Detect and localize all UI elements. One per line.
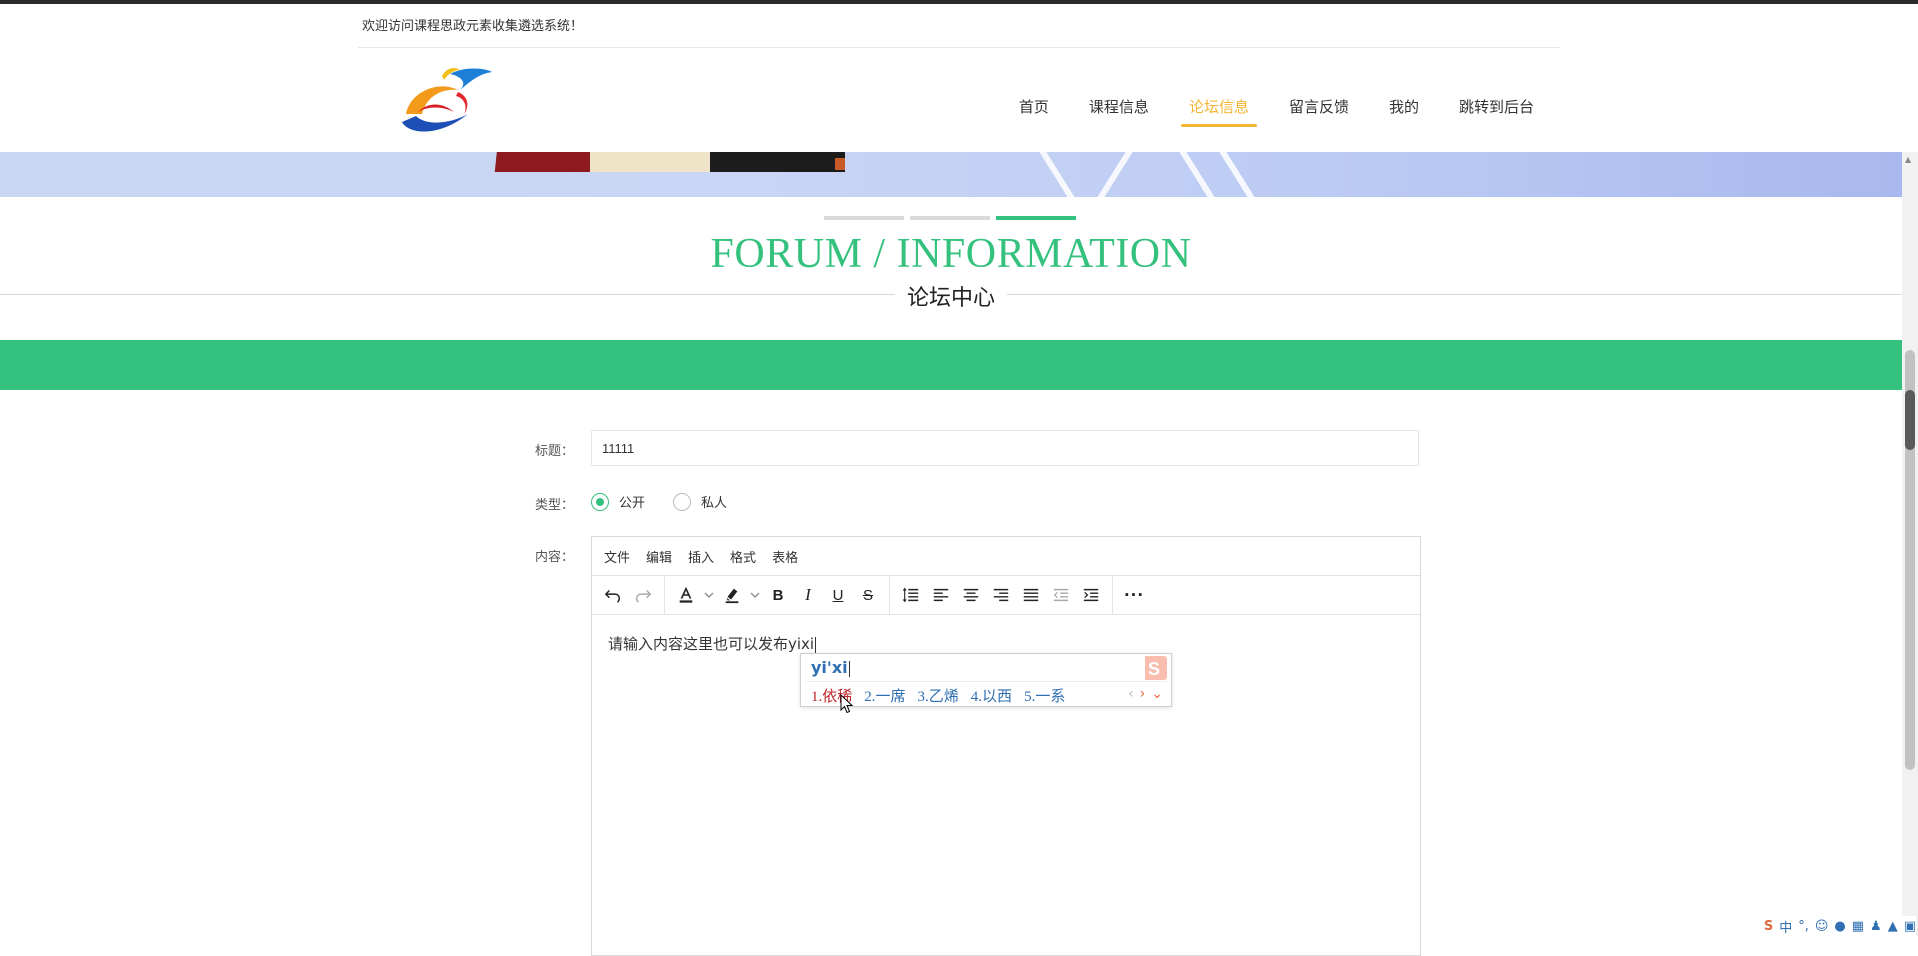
menu-format[interactable]: 格式	[730, 547, 756, 566]
ime-separator	[805, 681, 1167, 682]
banner-book-cream	[590, 152, 710, 172]
mouse-pointer-icon	[840, 694, 854, 714]
ime-next-icon[interactable]: ›	[1140, 686, 1146, 702]
nav-course-info[interactable]: 课程信息	[1089, 96, 1149, 127]
carousel-dot-active[interactable]	[996, 216, 1076, 220]
microphone-icon[interactable]: ●	[1834, 919, 1845, 934]
font-color-icon[interactable]	[671, 581, 701, 609]
section-green-band	[0, 340, 1902, 390]
section-title-cn: 论坛中心	[894, 280, 1007, 312]
banner-stripe	[1173, 152, 1224, 197]
strikethrough-icon[interactable]: S	[853, 581, 883, 609]
svg-text:S: S	[1148, 659, 1160, 679]
font-color-dropdown-icon[interactable]	[701, 590, 717, 600]
bold-icon[interactable]: B	[763, 581, 793, 609]
align-left-icon[interactable]	[926, 581, 956, 609]
nav-admin[interactable]: 跳转到后台	[1459, 96, 1534, 127]
type-private-label: 私人	[701, 496, 728, 511]
toolbar-group-history	[592, 576, 665, 614]
text-caret	[815, 636, 817, 653]
ime-candidate[interactable]: 3.乙烯	[918, 685, 959, 706]
emoji-icon[interactable]: ☺	[1815, 919, 1829, 934]
type-label: 类型：	[534, 498, 574, 513]
outdent-icon[interactable]	[1046, 581, 1076, 609]
title-label: 标题：	[534, 444, 574, 459]
carousel-dot[interactable]	[824, 216, 904, 220]
title-input[interactable]	[591, 430, 1419, 466]
highlight-icon[interactable]	[717, 581, 747, 609]
ime-candidate[interactable]: 4.以西	[971, 685, 1012, 706]
more-icon[interactable]: ···	[1119, 581, 1149, 609]
sogou-tray-icon[interactable]: S	[1764, 919, 1773, 934]
user-icon[interactable]: ♟	[1870, 919, 1882, 934]
indent-icon[interactable]	[1076, 581, 1106, 609]
section-title-en: FORUM / INFORMATION	[710, 231, 1192, 277]
undo-icon[interactable]	[598, 581, 628, 609]
ime-status-bar: S 中 °, ☺ ● ▦ ♟ ▲ ▣	[1757, 916, 1916, 936]
radio-unchecked-icon	[673, 492, 692, 511]
ime-candidate[interactable]: 5.一系	[1024, 685, 1065, 706]
banner-stripe	[1033, 152, 1084, 197]
radio-checked-icon	[591, 492, 609, 511]
site-logo	[402, 68, 492, 132]
ime-candidate[interactable]: 2.一席	[864, 685, 905, 706]
banner-stripe	[1213, 152, 1264, 197]
type-radio-group: 公开 私人	[591, 492, 755, 511]
keyboard-icon[interactable]: ▦	[1852, 919, 1864, 934]
toolbar-group-format: B I U S	[665, 576, 890, 614]
line-height-icon[interactable]	[896, 581, 926, 609]
ime-candidate-window: yi'xi S 1.依稀 2.一席 3.乙烯 4.以西 5.一系 ‹ › ⌄	[800, 653, 1172, 707]
header-divider	[358, 47, 1560, 48]
content-label: 内容：	[534, 550, 574, 565]
scroll-up-icon[interactable]: ▲	[1905, 155, 1911, 164]
nav-mine[interactable]: 我的	[1389, 96, 1419, 127]
editor-toolbar: B I U S ···	[592, 576, 1420, 615]
rich-text-editor: 文件 编辑 插入 格式 表格 B I U S ··· 请输入内容这里也可以发布y…	[591, 536, 1421, 956]
align-center-icon[interactable]	[956, 581, 986, 609]
underline-icon[interactable]: U	[823, 581, 853, 609]
menu-edit[interactable]: 编辑	[646, 547, 672, 566]
ime-expand-icon[interactable]: ⌄	[1151, 686, 1163, 702]
editor-menubar: 文件 编辑 插入 格式 表格	[592, 537, 1420, 576]
ime-composition: yi'xi	[811, 658, 850, 677]
carousel-dot[interactable]	[910, 216, 990, 220]
toolbar-group-more: ···	[1113, 576, 1155, 614]
nav-home[interactable]: 首页	[1019, 96, 1049, 127]
ime-prev-icon[interactable]: ‹	[1128, 686, 1134, 702]
banner-stripe	[1088, 152, 1139, 197]
ime-paging: ‹ › ⌄	[1122, 686, 1163, 702]
menu-file[interactable]: 文件	[604, 547, 630, 566]
align-justify-icon[interactable]	[1016, 581, 1046, 609]
nav-feedback[interactable]: 留言反馈	[1289, 96, 1349, 127]
type-private-radio[interactable]: 私人	[673, 492, 727, 511]
nav-forum-info[interactable]: 论坛信息	[1180, 96, 1257, 127]
carousel-indicators	[824, 216, 1082, 220]
ime-mode-chinese[interactable]: 中	[1779, 917, 1792, 936]
ime-punctuation[interactable]: °,	[1798, 919, 1809, 934]
welcome-text: 欢迎访问课程思政元素收集遴选系统！	[362, 19, 584, 34]
banner-image	[0, 152, 1902, 197]
banner-book-red	[494, 152, 602, 172]
highlight-dropdown-icon[interactable]	[747, 590, 763, 600]
menu-table[interactable]: 表格	[772, 547, 798, 566]
menu-insert[interactable]: 插入	[688, 547, 714, 566]
toolbox-icon[interactable]: ▣	[1904, 919, 1916, 934]
banner-book-black	[710, 152, 845, 172]
window-top-border	[0, 0, 1918, 4]
align-right-icon[interactable]	[986, 581, 1016, 609]
redo-icon[interactable]	[628, 581, 658, 609]
type-public-label: 公开	[619, 496, 646, 511]
section-title-cn-wrap: 论坛中心	[0, 280, 1902, 312]
main-nav: 首页 课程信息 论坛信息 留言反馈 我的 跳转到后台	[979, 96, 1534, 127]
skin-icon[interactable]: ▲	[1888, 919, 1898, 934]
sogou-logo-icon: S	[1145, 656, 1167, 680]
editor-content-text: 请输入内容这里也可以发布yixi	[608, 635, 815, 653]
type-public-radio[interactable]: 公开	[591, 492, 645, 511]
italic-icon[interactable]: I	[793, 581, 823, 609]
scrollbar-thumb-highlight[interactable]	[1905, 390, 1915, 450]
toolbar-group-align	[890, 576, 1113, 614]
